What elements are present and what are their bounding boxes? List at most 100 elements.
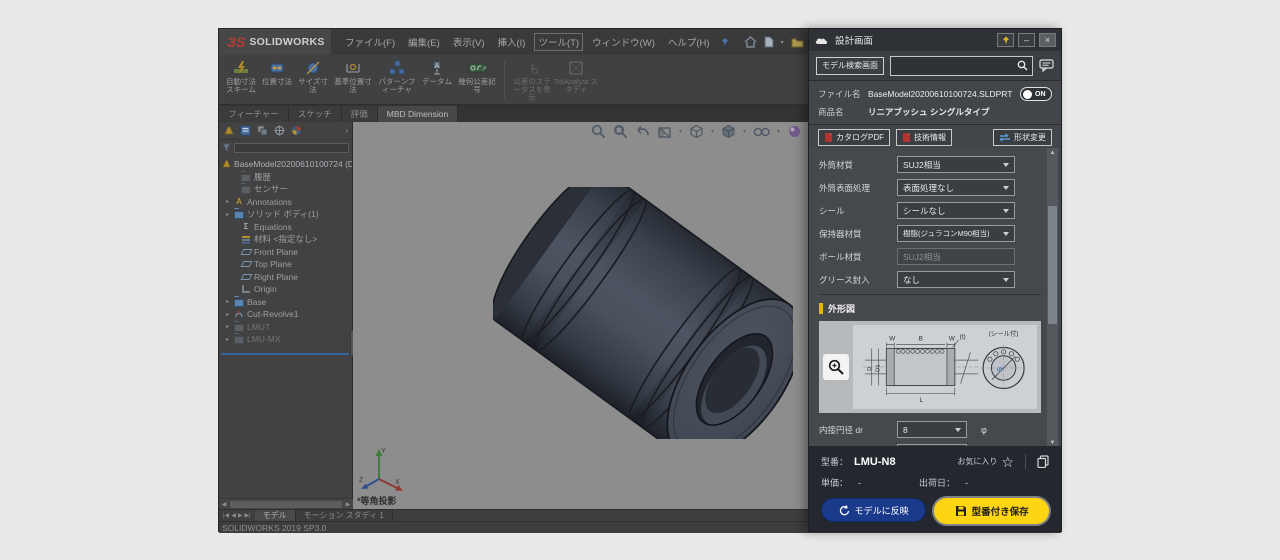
save-with-model-number-button[interactable]: 型番付き保存 bbox=[934, 498, 1049, 524]
menu-help[interactable]: ヘルプ(H) bbox=[668, 35, 710, 49]
caret-icon[interactable]: ▾ bbox=[777, 128, 780, 135]
home-icon[interactable] bbox=[744, 36, 757, 48]
pin-menu-icon[interactable] bbox=[720, 37, 730, 47]
rollback-bar[interactable] bbox=[221, 353, 349, 355]
comment-icon[interactable] bbox=[1039, 59, 1054, 72]
tree-item-front-plane[interactable]: Front Plane bbox=[221, 246, 352, 259]
tab-model[interactable]: モデル bbox=[255, 510, 296, 521]
expand-pane-arrow-icon[interactable]: › bbox=[345, 126, 348, 135]
datum-location-dimension-button[interactable]: 基準位置寸法 bbox=[331, 57, 375, 102]
tree-item-origin[interactable]: Origin bbox=[221, 283, 352, 296]
technical-drawing[interactable]: W B W (t) D D1 L (シール付) dr bbox=[853, 325, 1037, 409]
change-shape-button[interactable]: 形状変更 bbox=[993, 129, 1052, 146]
tree-item-cut-revolve[interactable]: ▸Cut-Revolve1 bbox=[221, 308, 352, 321]
caret-icon[interactable]: ▾ bbox=[711, 128, 714, 135]
tree-item-lmut[interactable]: ▸LMUT bbox=[221, 321, 352, 334]
panel-minimize-button[interactable]: – bbox=[1018, 33, 1035, 47]
search-input[interactable] bbox=[890, 56, 1033, 76]
tree-item-base[interactable]: ▸Base bbox=[221, 296, 352, 309]
open-file-icon[interactable] bbox=[791, 37, 804, 48]
tab-evaluate[interactable]: 評価 bbox=[342, 106, 378, 122]
tree-item-top-plane[interactable]: Top Plane bbox=[221, 258, 352, 271]
outer-material-select[interactable]: SUJ2相当 bbox=[897, 156, 1015, 173]
caret-icon[interactable]: ▾ bbox=[679, 128, 682, 135]
caret-icon[interactable]: ▾ bbox=[743, 128, 746, 135]
linear-bushing-3d-model[interactable] bbox=[493, 187, 793, 439]
view-orientation-icon[interactable] bbox=[689, 124, 704, 139]
scroll-up-icon[interactable]: ▲ bbox=[1050, 148, 1056, 158]
datum-button[interactable]: A データム bbox=[419, 57, 455, 102]
tree-root[interactable]: BaseModel20200610100724 (Default<< bbox=[221, 158, 352, 171]
specifications-form: 外筒材質 SUJ2相当 外筒表面処理 表面処理なし シール シールなし 保持器材… bbox=[809, 148, 1061, 448]
pdf-icon bbox=[824, 132, 833, 143]
menu-view[interactable]: 表示(V) bbox=[453, 35, 485, 49]
tab-nav-arrows[interactable]: |◀◀▶▶| bbox=[219, 510, 255, 521]
panel-close-button[interactable]: × bbox=[1039, 33, 1056, 47]
section-view-icon[interactable] bbox=[657, 125, 672, 139]
tree-item-solid-bodies[interactable]: ▸ソリッド ボディ(1) bbox=[221, 208, 352, 221]
zoom-to-area-icon[interactable] bbox=[613, 124, 628, 139]
panel-pin-button[interactable] bbox=[997, 33, 1014, 47]
retainer-material-select[interactable]: 樹脂(ジュラコンM90相当) bbox=[897, 225, 1015, 242]
tree-item-right-plane[interactable]: Right Plane bbox=[221, 271, 352, 284]
model-search-screen-button[interactable]: モデル検索画面 bbox=[816, 57, 884, 75]
menu-insert[interactable]: 挿入(I) bbox=[497, 35, 525, 49]
tree-item-annotations[interactable]: ▸AAnnotations bbox=[221, 196, 352, 209]
magnify-drawing-button[interactable] bbox=[823, 354, 849, 380]
tree-item-material[interactable]: 材料 <指定なし> bbox=[221, 233, 352, 246]
display-style-icon[interactable] bbox=[721, 124, 736, 139]
propertymanager-icon[interactable] bbox=[240, 125, 251, 136]
copy-icon[interactable] bbox=[1037, 455, 1049, 468]
inner-diameter-select[interactable]: 8 bbox=[897, 421, 967, 438]
new-file-icon[interactable] bbox=[764, 36, 774, 48]
tree-horizontal-scrollbar[interactable]: ◀ ▶ bbox=[219, 498, 353, 509]
section-divider bbox=[819, 294, 1041, 295]
surface-treatment-select[interactable]: 表面処理なし bbox=[897, 179, 1015, 196]
favorite-star-icon[interactable]: ☆ bbox=[1001, 455, 1014, 469]
scrollbar-thumb[interactable] bbox=[230, 501, 342, 508]
geometric-tolerance-button[interactable]: A 幾何公差記号 bbox=[455, 57, 499, 102]
scrollbar-thumb[interactable] bbox=[1048, 206, 1057, 324]
panel-scrollbar[interactable]: ▲ ▼ bbox=[1047, 148, 1058, 448]
tab-features[interactable]: フィーチャー bbox=[219, 106, 289, 122]
previous-view-icon[interactable] bbox=[635, 125, 650, 138]
tree-item-history[interactable]: 履歴 bbox=[221, 171, 352, 184]
displaymanager-icon[interactable] bbox=[291, 125, 302, 136]
grease-select[interactable]: なし bbox=[897, 271, 1015, 288]
technical-info-button[interactable]: 技術情報 bbox=[896, 129, 952, 146]
catalog-pdf-button[interactable]: カタログPDF bbox=[818, 129, 890, 146]
location-dimension-button[interactable]: 位置寸法 bbox=[259, 57, 295, 102]
on-off-toggle[interactable]: ON bbox=[1020, 87, 1052, 101]
hide-show-items-icon[interactable] bbox=[753, 126, 770, 137]
menu-edit[interactable]: 編集(E) bbox=[408, 35, 440, 49]
tree-item-equations[interactable]: ΣEquations bbox=[221, 221, 352, 234]
panel-titlebar: 設計画面 – × bbox=[809, 29, 1061, 51]
outline-drawing-thumbnail: W B W (t) D D1 L (シール付) dr bbox=[819, 321, 1041, 413]
configurationmanager-icon[interactable] bbox=[257, 125, 268, 136]
zoom-fit-icon[interactable] bbox=[591, 124, 606, 139]
tree-filter-input[interactable] bbox=[234, 143, 349, 153]
featuremanager-tree: › BaseModel20200610100724 (Default<< 履歴 … bbox=[219, 122, 353, 509]
edit-appearance-icon[interactable] bbox=[787, 124, 802, 139]
dimxpertmanager-icon[interactable] bbox=[274, 125, 285, 136]
minimize-icon: – bbox=[1024, 36, 1029, 45]
tab-sketch[interactable]: スケッチ bbox=[289, 106, 342, 122]
pattern-feature-button[interactable]: パターンフィーチャ bbox=[375, 57, 419, 102]
size-dimension-button[interactable]: サイズ寸法 bbox=[295, 57, 331, 102]
menu-file[interactable]: ファイル(F) bbox=[345, 35, 395, 49]
caret-icon[interactable]: ▾ bbox=[781, 39, 784, 46]
menu-tools[interactable]: ツール(T) bbox=[534, 33, 583, 51]
auto-dimension-scheme-button[interactable]: 自動寸法スキーム bbox=[223, 57, 259, 102]
tab-motion-study[interactable]: モーション スタディ 1 bbox=[296, 510, 393, 521]
tree-item-lmu-mx[interactable]: ▸LMU-MX bbox=[221, 333, 352, 346]
tree-item-sensors[interactable]: センサー bbox=[221, 183, 352, 196]
featuremanager-icon[interactable] bbox=[223, 125, 234, 136]
scroll-left-icon[interactable]: ◀ bbox=[219, 501, 229, 508]
location-dimension-icon bbox=[269, 60, 285, 76]
ship-date-value: - bbox=[965, 478, 968, 488]
tab-mbd-dimension[interactable]: MBD Dimension bbox=[378, 106, 458, 122]
scroll-right-icon[interactable]: ▶ bbox=[343, 501, 353, 508]
seal-select[interactable]: シールなし bbox=[897, 202, 1015, 219]
menu-window[interactable]: ウィンドウ(W) bbox=[592, 35, 655, 49]
apply-to-model-button[interactable]: モデルに反映 bbox=[821, 498, 926, 522]
